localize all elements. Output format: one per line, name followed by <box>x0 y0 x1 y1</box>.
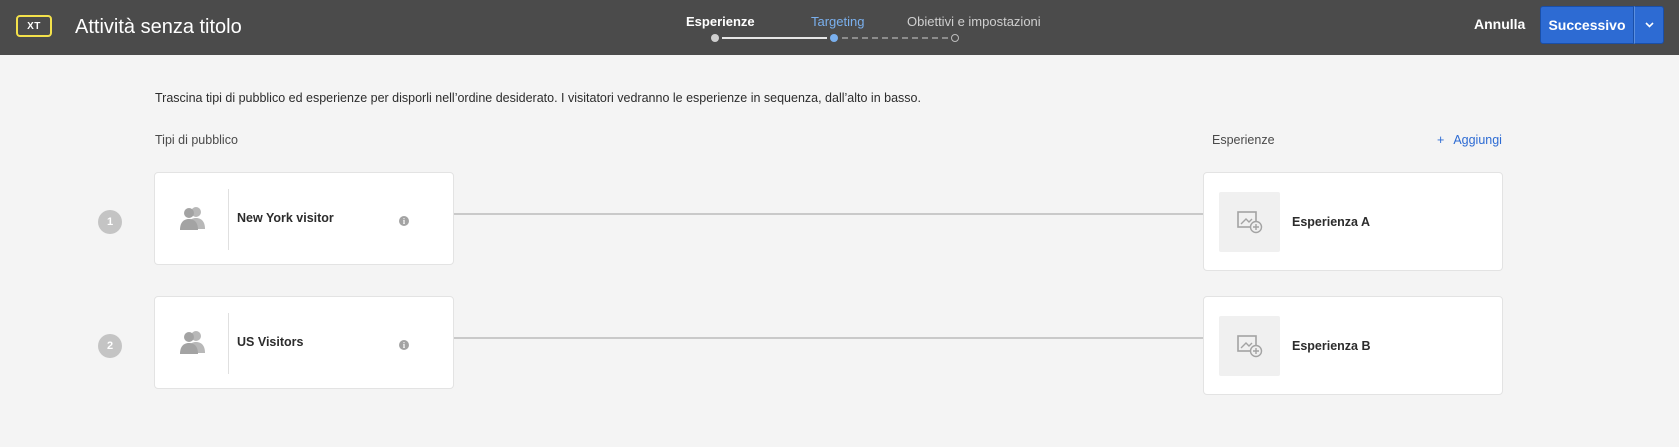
workflow-stepper: Esperienze Targeting Obiettivi e imposta… <box>0 0 1679 55</box>
row-number: 1 <box>98 210 122 234</box>
add-label: Aggiungi <box>1453 133 1502 147</box>
top-bar: XT Attività senza titolo Esperienze Targ… <box>0 0 1679 55</box>
image-add-icon <box>1236 211 1262 234</box>
experience-thumbnail[interactable] <box>1219 192 1280 252</box>
connector-line <box>454 213 1204 215</box>
next-dropdown-button[interactable] <box>1634 6 1664 44</box>
step-targeting[interactable]: Targeting <box>811 14 864 29</box>
step-dot-done <box>711 34 719 42</box>
step-pending-line <box>842 37 948 39</box>
audience-name: US Visitors <box>237 335 304 349</box>
experience-card[interactable]: Esperienza B <box>1203 296 1503 395</box>
audiences-heading: Tipi di pubblico <box>155 133 238 147</box>
people-icon <box>180 331 205 354</box>
instructions-text: Trascina tipi di pubblico ed esperienze … <box>155 91 921 105</box>
audience-name: New York visitor <box>237 211 334 225</box>
step-progress-line <box>722 37 827 39</box>
step-dot-active <box>830 34 838 42</box>
step-esperienze[interactable]: Esperienze <box>686 14 755 29</box>
connector-line <box>454 337 1204 339</box>
cancel-button[interactable]: Annulla <box>1474 16 1525 32</box>
step-dot-pending <box>951 34 959 42</box>
image-add-icon <box>1236 335 1262 358</box>
card-divider <box>228 313 229 374</box>
audience-card[interactable]: US Visitors i <box>154 296 454 389</box>
step-obiettivi[interactable]: Obiettivi e impostazioni <box>907 14 1041 29</box>
row-number: 2 <box>98 334 122 358</box>
experience-name: Esperienza B <box>1292 339 1371 353</box>
plus-icon: + <box>1437 133 1445 147</box>
experience-name: Esperienza A <box>1292 215 1371 229</box>
next-button[interactable]: Successivo <box>1540 6 1634 44</box>
chevron-down-icon <box>1644 22 1654 28</box>
audience-card[interactable]: New York visitor i <box>154 172 454 265</box>
experience-card[interactable]: Esperienza A <box>1203 172 1503 271</box>
card-divider <box>228 189 229 250</box>
people-icon <box>180 207 205 230</box>
experiences-heading: Esperienze <box>1212 133 1275 147</box>
info-icon[interactable]: i <box>399 216 409 226</box>
add-experience-link[interactable]: + Aggiungi <box>1437 133 1502 147</box>
experience-thumbnail[interactable] <box>1219 316 1280 376</box>
info-icon[interactable]: i <box>399 340 409 350</box>
